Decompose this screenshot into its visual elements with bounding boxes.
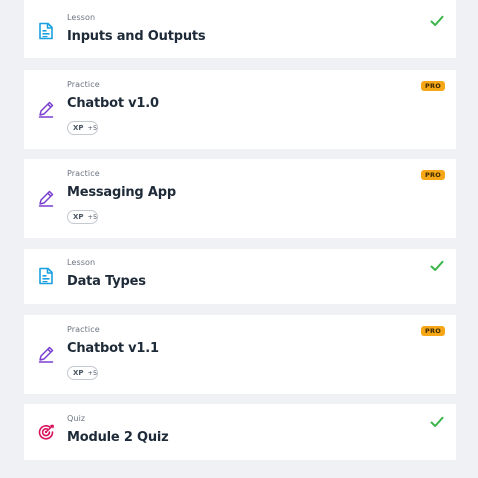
lesson-icon <box>39 267 53 285</box>
pro-badge: PRO <box>421 326 445 336</box>
item-kind-label: Practice <box>67 169 100 178</box>
quiz-target-icon <box>38 424 54 440</box>
xp-label: XP <box>73 213 84 221</box>
check-icon <box>430 260 444 271</box>
module-item-messaging-app[interactable]: Practice Messaging App XP +5 PRO <box>24 159 456 238</box>
xp-reward-badge: XP +5 <box>67 121 98 135</box>
item-kind-label: Practice <box>67 325 100 334</box>
item-title: Chatbot v1.0 <box>67 96 159 111</box>
practice-icon <box>38 346 54 363</box>
practice-icon <box>38 101 54 118</box>
item-title: Messaging App <box>67 185 176 200</box>
module-item-chatbot-v1-1[interactable]: Practice Chatbot v1.1 XP +5 PRO <box>24 315 456 394</box>
pro-badge: PRO <box>421 81 445 91</box>
item-kind-label: Lesson <box>67 13 96 22</box>
item-title: Data Types <box>67 274 146 289</box>
check-icon <box>430 15 444 26</box>
item-title: Inputs and Outputs <box>67 29 206 44</box>
item-kind-label: Practice <box>67 80 100 89</box>
xp-value: +5 <box>87 369 98 377</box>
xp-reward-badge: XP +5 <box>67 366 98 380</box>
xp-label: XP <box>73 369 84 377</box>
item-kind-label: Lesson <box>67 258 96 267</box>
item-title: Chatbot v1.1 <box>67 341 159 356</box>
item-title: Module 2 Quiz <box>67 430 169 445</box>
module-item-chatbot-v1-0[interactable]: Practice Chatbot v1.0 XP +5 PRO <box>24 70 456 149</box>
xp-value: +5 <box>87 124 98 132</box>
xp-reward-badge: XP +5 <box>67 210 98 224</box>
module-item-data-types[interactable]: Lesson Data Types <box>24 249 456 304</box>
check-icon <box>430 416 444 427</box>
pro-badge: PRO <box>421 170 445 180</box>
item-kind-label: Quiz <box>67 414 86 423</box>
module-item-module-2-quiz[interactable]: Quiz Module 2 Quiz <box>24 404 456 460</box>
lesson-icon <box>39 22 53 40</box>
practice-icon <box>38 190 54 207</box>
xp-value: +5 <box>87 213 98 221</box>
module-item-list: Lesson Inputs and Outputs Practice Chatb… <box>0 0 478 478</box>
xp-label: XP <box>73 124 84 132</box>
module-item-inputs-and-outputs[interactable]: Lesson Inputs and Outputs <box>24 0 456 58</box>
